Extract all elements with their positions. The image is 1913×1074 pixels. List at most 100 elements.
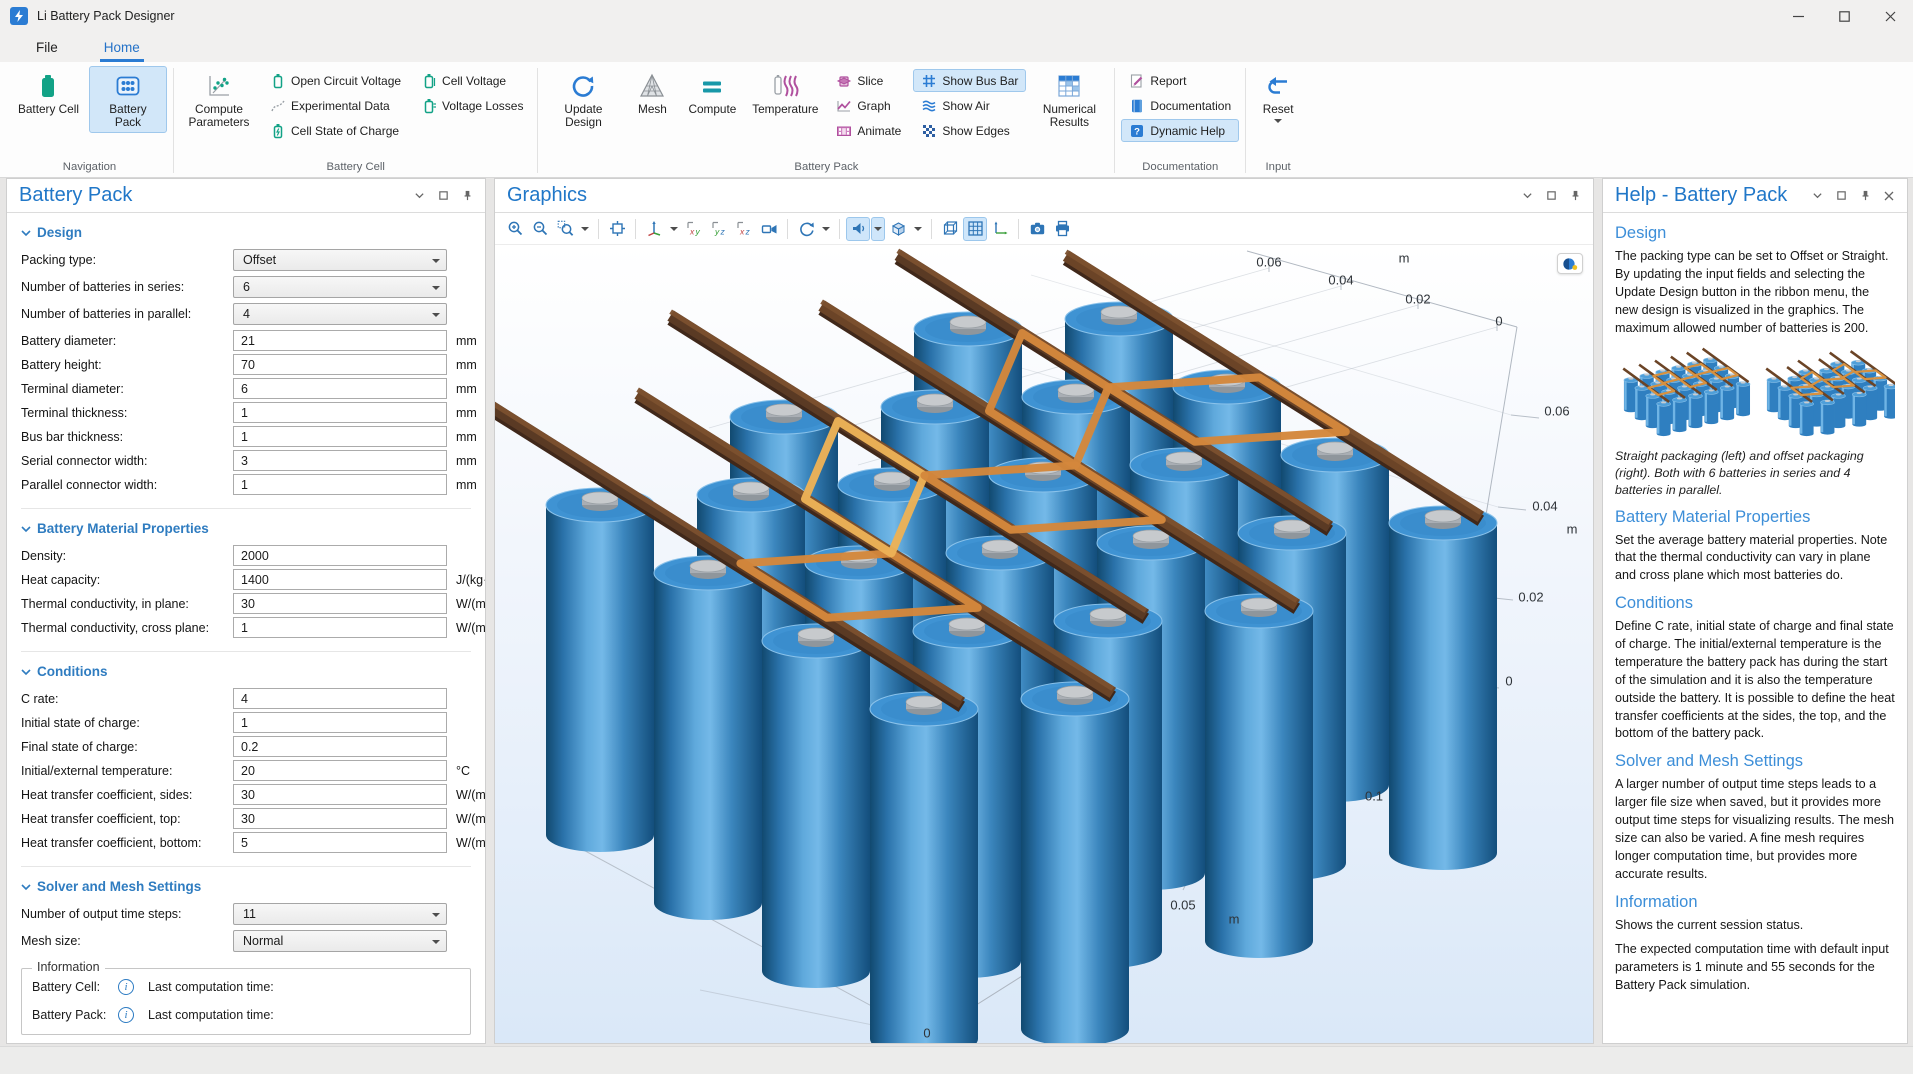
battery-pack-3d-scene[interactable] [495,245,1593,1043]
rotate-button[interactable] [794,217,818,241]
battery-height-input[interactable]: 70 [233,354,447,375]
cell-voltage-button[interactable]: Cell Voltage [413,69,531,92]
slice-button[interactable]: Slice [828,69,909,92]
grid-button[interactable] [963,217,987,241]
final-state-of-charge-input[interactable]: 0.2 [233,736,447,757]
panel-pin-icon[interactable] [459,188,475,204]
mesh-button[interactable]: Mesh [626,66,678,120]
battery-diameter-input[interactable]: 21 [233,330,447,351]
tab-file[interactable]: File [26,36,68,62]
graphics-canvas[interactable]: 0.06 0.04 0.02 0 m 0.06 0.04 0.02 0 m 0.… [495,245,1593,1043]
cell-state-of-charge-button[interactable]: Cell State of Charge [262,119,409,142]
batteries-in-series-select[interactable]: 6 [233,276,447,298]
parallel-connector-width-input[interactable]: 1 [233,474,447,495]
heat-transfer-bottom-input[interactable]: 5 [233,832,447,853]
maximize-button[interactable] [1821,0,1867,32]
battery-cell-button[interactable]: Battery Cell [12,66,85,120]
thermal-conductivity-cross-plane-input[interactable]: 1 [233,617,447,638]
serial-connector-width-input[interactable]: 3 [233,450,447,471]
update-design-button[interactable]: Update Design [544,66,622,133]
wireframe-button[interactable] [938,217,962,241]
temperature-button[interactable]: Temperature [746,66,824,120]
environment-button[interactable] [886,217,910,241]
view-xy-button[interactable]: xy [682,217,706,241]
rotate-dropdown-icon[interactable] [819,217,833,241]
animate-button[interactable]: Animate [828,119,909,142]
section-collapse-icon[interactable] [21,524,31,534]
panel-menu-chevron-icon[interactable] [1809,188,1825,204]
packing-type-select[interactable]: Offset [233,249,447,271]
compute-parameters-button[interactable]: Compute Parameters [180,66,258,133]
section-collapse-icon[interactable] [21,667,31,677]
zoom-box-button[interactable] [553,217,577,241]
heat-transfer-sides-input[interactable]: 30 [233,784,447,805]
snapshot-button[interactable] [1025,217,1049,241]
panel-menu-chevron-icon[interactable] [1519,188,1535,204]
tab-home[interactable]: Home [94,36,150,62]
zoom-in-button[interactable] [503,217,527,241]
documentation-button[interactable]: Documentation [1121,94,1239,117]
zoom-extents-button[interactable] [605,217,629,241]
panel-pin-icon[interactable] [1567,188,1583,204]
report-button[interactable]: Report [1121,69,1239,92]
output-time-steps-select[interactable]: 11 [233,903,447,925]
default-view-button[interactable] [642,217,666,241]
experimental-data-button[interactable]: Experimental Data [262,94,409,117]
panel-float-icon[interactable] [435,188,451,204]
show-air-button[interactable]: Show Air [913,94,1026,117]
numerical-results-icon [1055,72,1083,100]
section-collapse-icon[interactable] [21,228,31,238]
zoom-out-button[interactable] [528,217,552,241]
initial-state-of-charge-input[interactable]: 1 [233,712,447,733]
heat-transfer-top-input[interactable]: 30 [233,808,447,829]
light-dropdown-icon[interactable] [871,217,885,241]
panel-close-icon[interactable] [1881,188,1897,204]
terminal-thickness-input[interactable]: 1 [233,402,447,423]
terminal-diameter-input[interactable]: 6 [233,378,447,399]
reset-dropdown-icon[interactable] [1274,119,1282,123]
compute-button[interactable]: Compute [682,66,742,120]
axis-unit-label: m [1567,522,1578,537]
reset-button[interactable]: Reset [1252,66,1304,127]
ribbon-group-battery-pack: Update Design Mesh Compute Temperature [538,64,1114,177]
bus-bar-thickness-input[interactable]: 1 [233,426,447,447]
section-collapse-icon[interactable] [21,882,31,892]
initial-external-temperature-input[interactable]: 20 [233,760,447,781]
mesh-size-select[interactable]: Normal [233,930,447,952]
comsol-logo-button[interactable] [1557,253,1583,274]
dynamic-help-button[interactable]: ? Dynamic Help [1121,119,1239,142]
view-xz-button[interactable]: xz [732,217,756,241]
open-circuit-voltage-button[interactable]: Open Circuit Voltage [262,69,409,92]
scene-light-button[interactable] [846,217,870,241]
chevron-down-icon [432,913,440,917]
zoom-dropdown-icon[interactable] [578,217,592,241]
environment-dropdown-icon[interactable] [911,217,925,241]
view-dropdown-icon[interactable] [667,217,681,241]
graph-button[interactable]: Graph [828,94,909,117]
close-button[interactable] [1867,0,1913,32]
battery-pack-button[interactable]: Battery Pack [89,66,167,133]
group-label-battery-cell: Battery Cell [180,159,531,177]
voltage-losses-button[interactable]: Voltage Losses [413,94,531,117]
battery-cell-icon [34,72,62,100]
thermal-conductivity-in-plane-input[interactable]: 30 [233,593,447,614]
group-label-documentation: Documentation [1121,159,1239,177]
axis-indicator-button[interactable] [988,217,1012,241]
panel-menu-chevron-icon[interactable] [411,188,427,204]
show-edges-button[interactable]: Show Edges [913,119,1026,142]
batteries-in-parallel-select[interactable]: 4 [233,303,447,325]
numerical-results-button[interactable]: Numerical Results [1030,66,1108,133]
panel-float-icon[interactable] [1833,188,1849,204]
view-yz-button[interactable]: yz [707,217,731,241]
print-button[interactable] [1050,217,1074,241]
section-conditions: Conditions C rate:4 Initial state of cha… [21,651,471,856]
projection-button[interactable] [757,217,781,241]
heat-capacity-input[interactable]: 1400 [233,569,447,590]
battery-pack-icon [114,72,142,100]
c-rate-input[interactable]: 4 [233,688,447,709]
panel-pin-icon[interactable] [1857,188,1873,204]
density-input[interactable]: 2000 [233,545,447,566]
show-bus-bar-button[interactable]: Show Bus Bar [913,69,1026,92]
panel-float-icon[interactable] [1543,188,1559,204]
minimize-button[interactable] [1775,0,1821,32]
